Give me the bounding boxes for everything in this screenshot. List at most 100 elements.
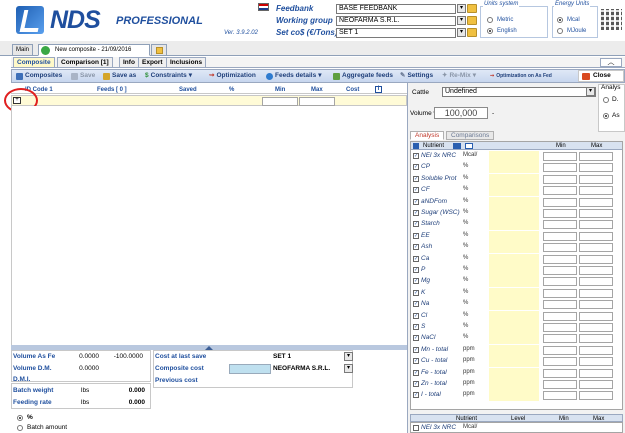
save-as-button[interactable]: Save as	[101, 70, 138, 82]
nutrient-row[interactable]: ✓ aNDFom%	[411, 196, 622, 208]
nutrient-min-input[interactable]	[543, 220, 577, 230]
energy-mjoule-radio[interactable]	[557, 28, 563, 34]
nutrient-checkbox[interactable]: ✓	[413, 369, 419, 376]
set-cost-select[interactable]: SET 1	[336, 28, 456, 38]
nutrient-min-input[interactable]	[543, 243, 577, 253]
nutrient-row[interactable]: ✓ NEl 3x NRC Mcal/	[411, 151, 622, 162]
nutrient-max-input[interactable]	[579, 231, 613, 241]
nutrient-select-all-icon[interactable]	[413, 143, 419, 149]
nutrient-checkbox[interactable]: ✓	[413, 244, 419, 251]
nutrient-max-input[interactable]	[579, 243, 613, 253]
nutrient-grid-icon[interactable]	[465, 143, 473, 149]
close-button[interactable]: Close	[578, 70, 624, 82]
nutrient-row[interactable]: ✓ Cl%	[411, 310, 622, 322]
col-nutrient-min[interactable]: Min	[556, 142, 566, 150]
nutrient-checkbox[interactable]: ✓	[413, 392, 419, 399]
nutrient-max-input[interactable]	[579, 152, 613, 161]
nutrient-max-input[interactable]	[579, 380, 613, 389]
feedbank-select[interactable]: BASE FEEDBANK	[336, 4, 456, 14]
subtab-info[interactable]: Info	[119, 57, 139, 68]
analysis-as-fed-radio[interactable]	[603, 113, 609, 119]
nutrient-min-input[interactable]	[543, 231, 577, 241]
subtab-inclusions[interactable]: Inclusions	[166, 57, 207, 68]
nutrient-max-input[interactable]	[579, 254, 613, 264]
nutrient-min-input[interactable]	[543, 311, 577, 321]
nutrient-row[interactable]: ✓ Soluble Prot%	[411, 173, 622, 185]
subtab-export[interactable]: Export	[138, 57, 167, 68]
percent-radio[interactable]	[17, 415, 23, 421]
nutrient-max-input[interactable]	[579, 311, 613, 321]
nutrient-checkbox[interactable]: ✓	[413, 164, 419, 171]
nutrient-checkbox[interactable]: ✓	[413, 335, 419, 342]
col-saved[interactable]: Saved	[179, 86, 197, 94]
nutrient-row[interactable]: ✓ Cu - total ppm	[411, 356, 622, 368]
nutrient-min-input[interactable]	[543, 174, 577, 184]
nutrient-row[interactable]: ✓ P%	[411, 265, 622, 276]
nutrient-min-input[interactable]	[543, 391, 577, 401]
nutrient-checkbox[interactable]: ✓	[413, 221, 419, 228]
feedbank-dropdown-icon[interactable]: ▾	[457, 4, 466, 13]
col-info-icon[interactable]: i	[375, 86, 382, 93]
nutrient-row[interactable]: ✓ Sugar (WSC)%	[411, 208, 622, 219]
col-percent[interactable]: %	[229, 86, 234, 94]
nutrient-min-input[interactable]	[543, 197, 577, 207]
nutrient-checkbox[interactable]: ✓	[413, 153, 419, 159]
nutrient-min-input[interactable]	[543, 334, 577, 344]
col-max[interactable]: Max	[311, 86, 323, 94]
nutrient-min-input[interactable]	[543, 323, 577, 332]
nutrient-max-input[interactable]	[579, 163, 613, 173]
nutrient-min-input[interactable]	[543, 266, 577, 275]
nutrient-row[interactable]: ✓ Starch%	[411, 219, 622, 231]
nutrient-max-input[interactable]	[579, 266, 613, 275]
volume-percent-input[interactable]: 100,000	[434, 107, 488, 119]
subtab-composite[interactable]: Composite	[13, 57, 55, 68]
nutrient-checkbox[interactable]: ✓	[413, 358, 419, 365]
nutrient-min-input[interactable]	[543, 209, 577, 218]
nutrient-checkbox[interactable]: ✓	[413, 312, 419, 319]
nutrient-min-input[interactable]	[543, 288, 577, 298]
nutrient-row[interactable]: ✓ Mn - total ppm	[411, 344, 622, 356]
batch-amount-radio[interactable]	[17, 425, 23, 431]
nutrient-max-input[interactable]	[579, 368, 613, 378]
nutrient-min-input[interactable]	[543, 186, 577, 196]
units-english-radio[interactable]	[487, 28, 493, 34]
footer-row-checkbox[interactable]	[413, 425, 419, 431]
nutrient-row[interactable]: ✓ Zn - total ppm	[411, 379, 622, 390]
nutrient-checkbox[interactable]: ✓	[413, 187, 419, 194]
re-mix-button[interactable]: ✦ Re-Mix ▾	[440, 70, 478, 82]
cattle-select[interactable]: Undefined	[442, 87, 596, 97]
nutrient-max-input[interactable]	[579, 345, 613, 355]
set-cost-dropdown-icon[interactable]: ▾	[457, 28, 466, 37]
nutrient-checkbox[interactable]: ✓	[413, 232, 419, 239]
subtab-comparison[interactable]: Comparison [1]	[57, 57, 113, 68]
row-max-cell[interactable]	[299, 97, 335, 106]
nutrient-min-input[interactable]	[543, 380, 577, 389]
aggregate-feeds-button[interactable]: Aggregate feeds	[331, 70, 395, 82]
energy-mcal-radio[interactable]	[557, 17, 563, 23]
col-feeds[interactable]: Feeds [ 0 ]	[97, 86, 127, 94]
composites-button[interactable]: Composites	[14, 70, 64, 82]
composite-cost-field[interactable]	[229, 364, 271, 374]
nutrient-max-input[interactable]	[579, 391, 613, 401]
constraints-button[interactable]: $ Constraints ▾	[143, 70, 194, 82]
nutrient-max-input[interactable]	[579, 277, 613, 287]
optimization-button[interactable]: ⇝ Optimization	[207, 70, 258, 82]
feeds-grid-new-row[interactable]	[11, 95, 407, 106]
nutrient-min-input[interactable]	[543, 254, 577, 264]
uk-flag-icon[interactable]	[258, 3, 269, 11]
nutrient-max-input[interactable]	[579, 288, 613, 298]
nutrient-max-input[interactable]	[579, 334, 613, 344]
feeds-details-button[interactable]: Feeds details ▾	[264, 70, 323, 82]
set-cost-folder-icon[interactable]	[467, 28, 477, 37]
nutrient-min-input[interactable]	[543, 163, 577, 173]
nutrients-footer-row[interactable]: NEl 3x NRC Mcal/	[410, 422, 623, 433]
units-metric-radio[interactable]	[487, 17, 493, 23]
nutrient-min-input[interactable]	[543, 277, 577, 287]
row-min-cell[interactable]	[262, 97, 298, 106]
working-group-dropdown-icon[interactable]: ▾	[457, 16, 466, 25]
cattle-dropdown-icon[interactable]: ▾	[586, 87, 595, 96]
save-button[interactable]: Save	[69, 70, 97, 82]
nutrient-checkbox[interactable]: ✓	[413, 278, 419, 285]
nutrient-row[interactable]: ✓ Ash%	[411, 242, 622, 254]
nutrient-checkbox[interactable]: ✓	[413, 346, 419, 353]
